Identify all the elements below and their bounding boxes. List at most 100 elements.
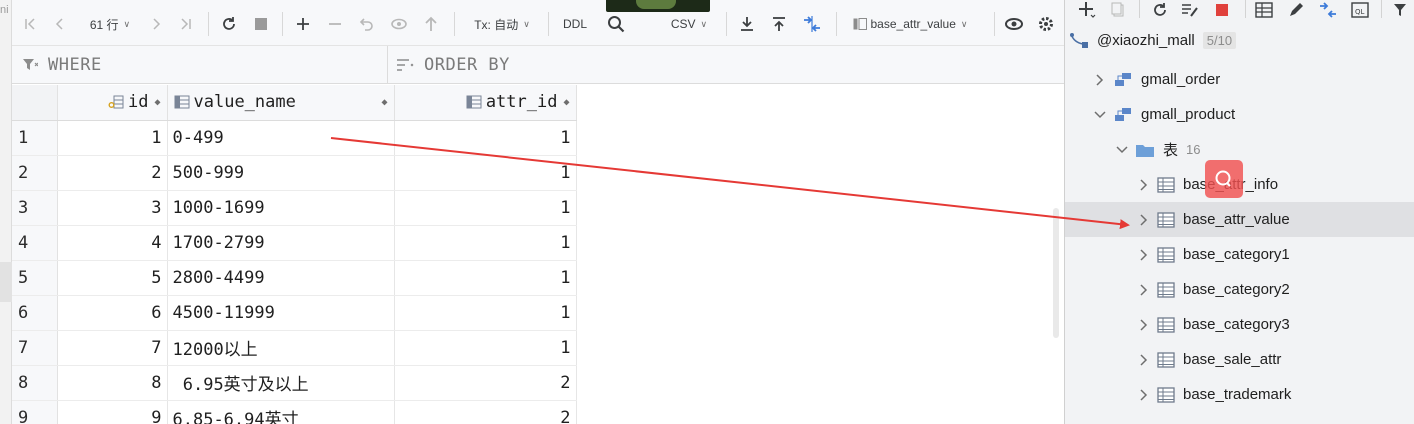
rows-count-dropdown[interactable]: 61 行 ∨: [80, 12, 140, 36]
sort-toggle-icon[interactable]: ◆: [154, 97, 160, 108]
chevron-right-icon[interactable]: [1137, 178, 1151, 191]
cell-id[interactable]: 8: [57, 365, 168, 401]
chevron-right-icon[interactable]: [1137, 213, 1151, 226]
tree-table-item[interactable]: base_category1: [1065, 237, 1414, 272]
compare-icon[interactable]: [800, 12, 824, 36]
ddl-button[interactable]: DDL: [558, 12, 592, 36]
tree-table-item[interactable]: base_category2: [1065, 272, 1414, 307]
cell-attr-id[interactable]: 1: [394, 260, 577, 296]
transaction-mode-label: Tx: 自动: [474, 17, 519, 32]
cell-id[interactable]: 7: [57, 330, 168, 366]
transaction-mode-dropdown[interactable]: Tx: 自动 ∨: [464, 12, 540, 36]
tree-table-item[interactable]: base_category3: [1065, 307, 1414, 342]
tree-table-item[interactable]: base_trademark: [1065, 377, 1414, 412]
chevron-right-icon[interactable]: [1137, 283, 1151, 296]
compare-icon[interactable]: [1317, 0, 1339, 20]
chevron-right-icon[interactable]: [1137, 353, 1151, 366]
chevron-right-icon[interactable]: [1093, 73, 1107, 86]
view-icon[interactable]: [1002, 12, 1026, 36]
cell-value-name[interactable]: 6.85-6.94英寸: [167, 400, 395, 424]
export-format-dropdown[interactable]: CSV ∨: [666, 12, 712, 36]
cell-attr-id[interactable]: 1: [394, 120, 577, 156]
cell-value-name[interactable]: 2800-4499: [167, 260, 395, 296]
cell-value-name[interactable]: 12000以上: [167, 330, 395, 366]
chevron-down-icon[interactable]: [1093, 110, 1107, 119]
delete-row-icon[interactable]: [324, 12, 346, 36]
cell-value-name[interactable]: 1700-2799: [167, 225, 395, 261]
add-icon[interactable]: [1075, 0, 1099, 20]
copy-icon[interactable]: [1107, 0, 1129, 20]
column-header-id[interactable]: id ◆: [57, 85, 168, 121]
order-by-input[interactable]: ORDER BY: [396, 46, 510, 84]
schema-sync-icon[interactable]: [1179, 0, 1201, 20]
table-row[interactable]: 9 9 6.85-6.94英寸 2: [12, 400, 577, 424]
filter-icon[interactable]: [1389, 0, 1411, 20]
next-page-icon[interactable]: [146, 12, 166, 36]
search-icon[interactable]: [604, 12, 628, 36]
refresh-icon[interactable]: [218, 12, 240, 36]
submit-icon[interactable]: [420, 12, 442, 36]
tree-table-item[interactable]: base_sale_attr: [1065, 342, 1414, 377]
table-selector-dropdown[interactable]: base_attr_value ∨: [846, 12, 974, 36]
cell-id[interactable]: 5: [57, 260, 168, 296]
cell-value-name[interactable]: 0-499: [167, 120, 395, 156]
stop-icon[interactable]: [250, 12, 272, 36]
tree-schema-gmall-order[interactable]: gmall_order: [1065, 62, 1414, 97]
column-header-value-name[interactable]: value_name ◆: [167, 85, 395, 121]
table-row[interactable]: 1 1 0-499 1: [12, 120, 577, 156]
table-row[interactable]: 5 5 2800-4499 1: [12, 260, 577, 296]
where-filter-input[interactable]: WHERE: [22, 46, 102, 84]
cell-id[interactable]: 9: [57, 400, 168, 424]
chevron-right-icon[interactable]: [1137, 388, 1151, 401]
refresh-icon[interactable]: [1149, 0, 1171, 20]
cell-value-name[interactable]: 500-999: [167, 155, 395, 191]
table-row[interactable]: 6 6 4500-11999 1: [12, 295, 577, 331]
tree-connection[interactable]: @xiaozhi_mall 5/10: [1065, 23, 1414, 58]
cell-attr-id[interactable]: 1: [394, 225, 577, 261]
sort-toggle-icon[interactable]: ◆: [381, 97, 387, 108]
first-page-icon[interactable]: [20, 12, 40, 36]
cell-value-name[interactable]: 1000-1699: [167, 190, 395, 226]
cell-attr-id[interactable]: 2: [394, 400, 577, 424]
gear-icon[interactable]: [1034, 12, 1058, 36]
vertical-scrollbar[interactable]: [1053, 208, 1059, 338]
cell-id[interactable]: 6: [57, 295, 168, 331]
cell-attr-id[interactable]: 1: [394, 155, 577, 191]
table-row[interactable]: 3 3 1000-1699 1: [12, 190, 577, 226]
cell-value-name[interactable]: 6.95英寸及以上: [167, 365, 395, 401]
column-header-attr-id[interactable]: attr_id ◆: [394, 85, 577, 121]
import-icon[interactable]: [768, 12, 790, 36]
chevron-right-icon[interactable]: [1137, 248, 1151, 261]
sql-console-icon[interactable]: QL: [1349, 0, 1371, 20]
table-row[interactable]: 8 8 6.95英寸及以上 2: [12, 365, 577, 401]
cell-id[interactable]: 1: [57, 120, 168, 156]
edit-icon[interactable]: [1285, 0, 1307, 20]
table-row[interactable]: 2 2 500-999 1: [12, 155, 577, 191]
tree-schema-gmall-product[interactable]: gmall_product: [1065, 97, 1414, 132]
last-page-icon[interactable]: [176, 12, 196, 36]
cell-attr-id[interactable]: 1: [394, 330, 577, 366]
chevron-down-icon[interactable]: [1115, 145, 1129, 154]
floating-search-icon[interactable]: [1205, 160, 1243, 198]
cell-id[interactable]: 4: [57, 225, 168, 261]
cell-id[interactable]: 2: [57, 155, 168, 191]
cell-id[interactable]: 3: [57, 190, 168, 226]
export-icon[interactable]: [736, 12, 758, 36]
chevron-right-icon[interactable]: [1137, 318, 1151, 331]
table-label: base_sale_attr: [1183, 351, 1282, 368]
prev-page-icon[interactable]: [50, 12, 70, 36]
revert-icon[interactable]: [356, 12, 378, 36]
cell-value-name[interactable]: 4500-11999: [167, 295, 395, 331]
table-label: base_category3: [1183, 316, 1290, 333]
sort-toggle-icon[interactable]: ◆: [563, 97, 569, 108]
table-row[interactable]: 7 7 12000以上 1: [12, 330, 577, 366]
stop-icon[interactable]: [1211, 0, 1233, 20]
cell-attr-id[interactable]: 1: [394, 295, 577, 331]
add-row-icon[interactable]: [292, 12, 314, 36]
table-row[interactable]: 4 4 1700-2799 1: [12, 225, 577, 261]
preview-changes-icon[interactable]: [388, 12, 410, 36]
cell-attr-id[interactable]: 2: [394, 365, 577, 401]
table-view-icon[interactable]: [1253, 0, 1275, 20]
tree-table-item-selected[interactable]: base_attr_value: [1065, 202, 1414, 237]
cell-attr-id[interactable]: 1: [394, 190, 577, 226]
